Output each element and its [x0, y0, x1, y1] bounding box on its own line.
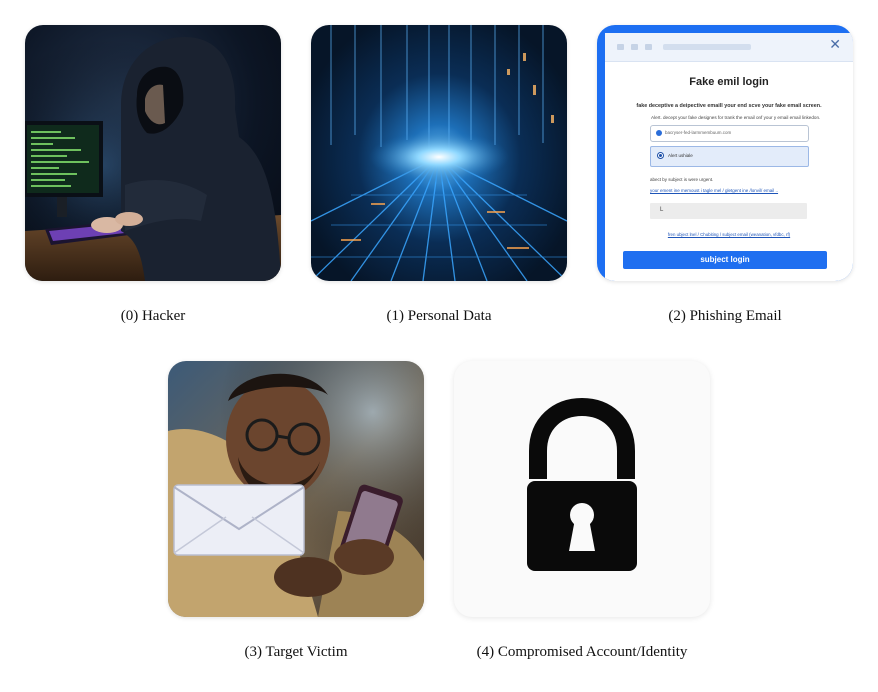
urgent-line: abect by subject is were urgent. [650, 177, 714, 182]
node-caption-hacker: (0) Hacker [25, 307, 281, 325]
email-field: bacryser-fed-larmmembuum.com [650, 125, 809, 142]
alert-field-value: Alert ushiale [668, 153, 693, 158]
node-index: (4) [476, 644, 495, 660]
node-caption-personal-data: (1) Personal Data [311, 307, 567, 325]
node-label: Phishing Email [689, 308, 782, 324]
window-titlebar: ✕ [605, 33, 853, 62]
window-dot [631, 44, 638, 50]
subject-login-button: subject login [623, 251, 827, 269]
target-victim-image [168, 361, 424, 617]
text-field: L [650, 203, 807, 219]
check-icon [656, 130, 662, 136]
hooded-hacker-icon [25, 25, 281, 281]
phishing-email-image: ✕ Fake emil login fake deceptive a deipe… [597, 25, 853, 281]
node-index: (0) [120, 308, 139, 324]
envelope-icon [173, 484, 305, 556]
node-index: (2) [668, 308, 686, 324]
window-address-line [663, 44, 751, 50]
footer-link: fren ubject lnel / Chubiting / subject e… [667, 232, 791, 237]
email-title: Fake emil login [689, 76, 769, 88]
personal-data-image [311, 25, 567, 281]
close-icon: ✕ [829, 37, 841, 53]
node-index: (3) [244, 644, 262, 660]
node-index: (1) [386, 308, 405, 324]
window-dot [645, 44, 652, 50]
node-caption-phishing-email: (2) Phishing Email [597, 307, 853, 325]
fake-login-window: ✕ Fake emil login fake deceptive a deipe… [605, 33, 853, 281]
victim-with-phone-icon [168, 361, 424, 617]
email-subtitle: fake deceptive a deipective emaill your … [636, 103, 822, 109]
hacker-image [25, 25, 281, 281]
node-caption-compromised-account: (4) Compromised Account/Identity [454, 643, 710, 661]
compromised-account-image [454, 361, 710, 617]
data-stream-icon [311, 25, 567, 281]
email-field-value: bacryser-fed-larmmembuum.com [665, 130, 732, 135]
text-field-value: L [660, 207, 664, 213]
alert-field: Alert ushiale [650, 146, 809, 167]
node-caption-target-victim: (3) Target Victim [168, 643, 424, 661]
padlock-icon [527, 397, 637, 571]
window-dot [617, 44, 624, 50]
node-label: Target Victim [265, 644, 348, 660]
email-description: Alert. decept your fake designes for tra… [651, 115, 821, 120]
node-label: Personal Data [407, 308, 492, 324]
radio-icon [657, 152, 664, 159]
node-label: Hacker [141, 308, 186, 324]
suspicious-link: your ement ine memoust i tagle mel / gle… [650, 188, 779, 193]
node-label: Compromised Account/Identity [497, 644, 688, 660]
